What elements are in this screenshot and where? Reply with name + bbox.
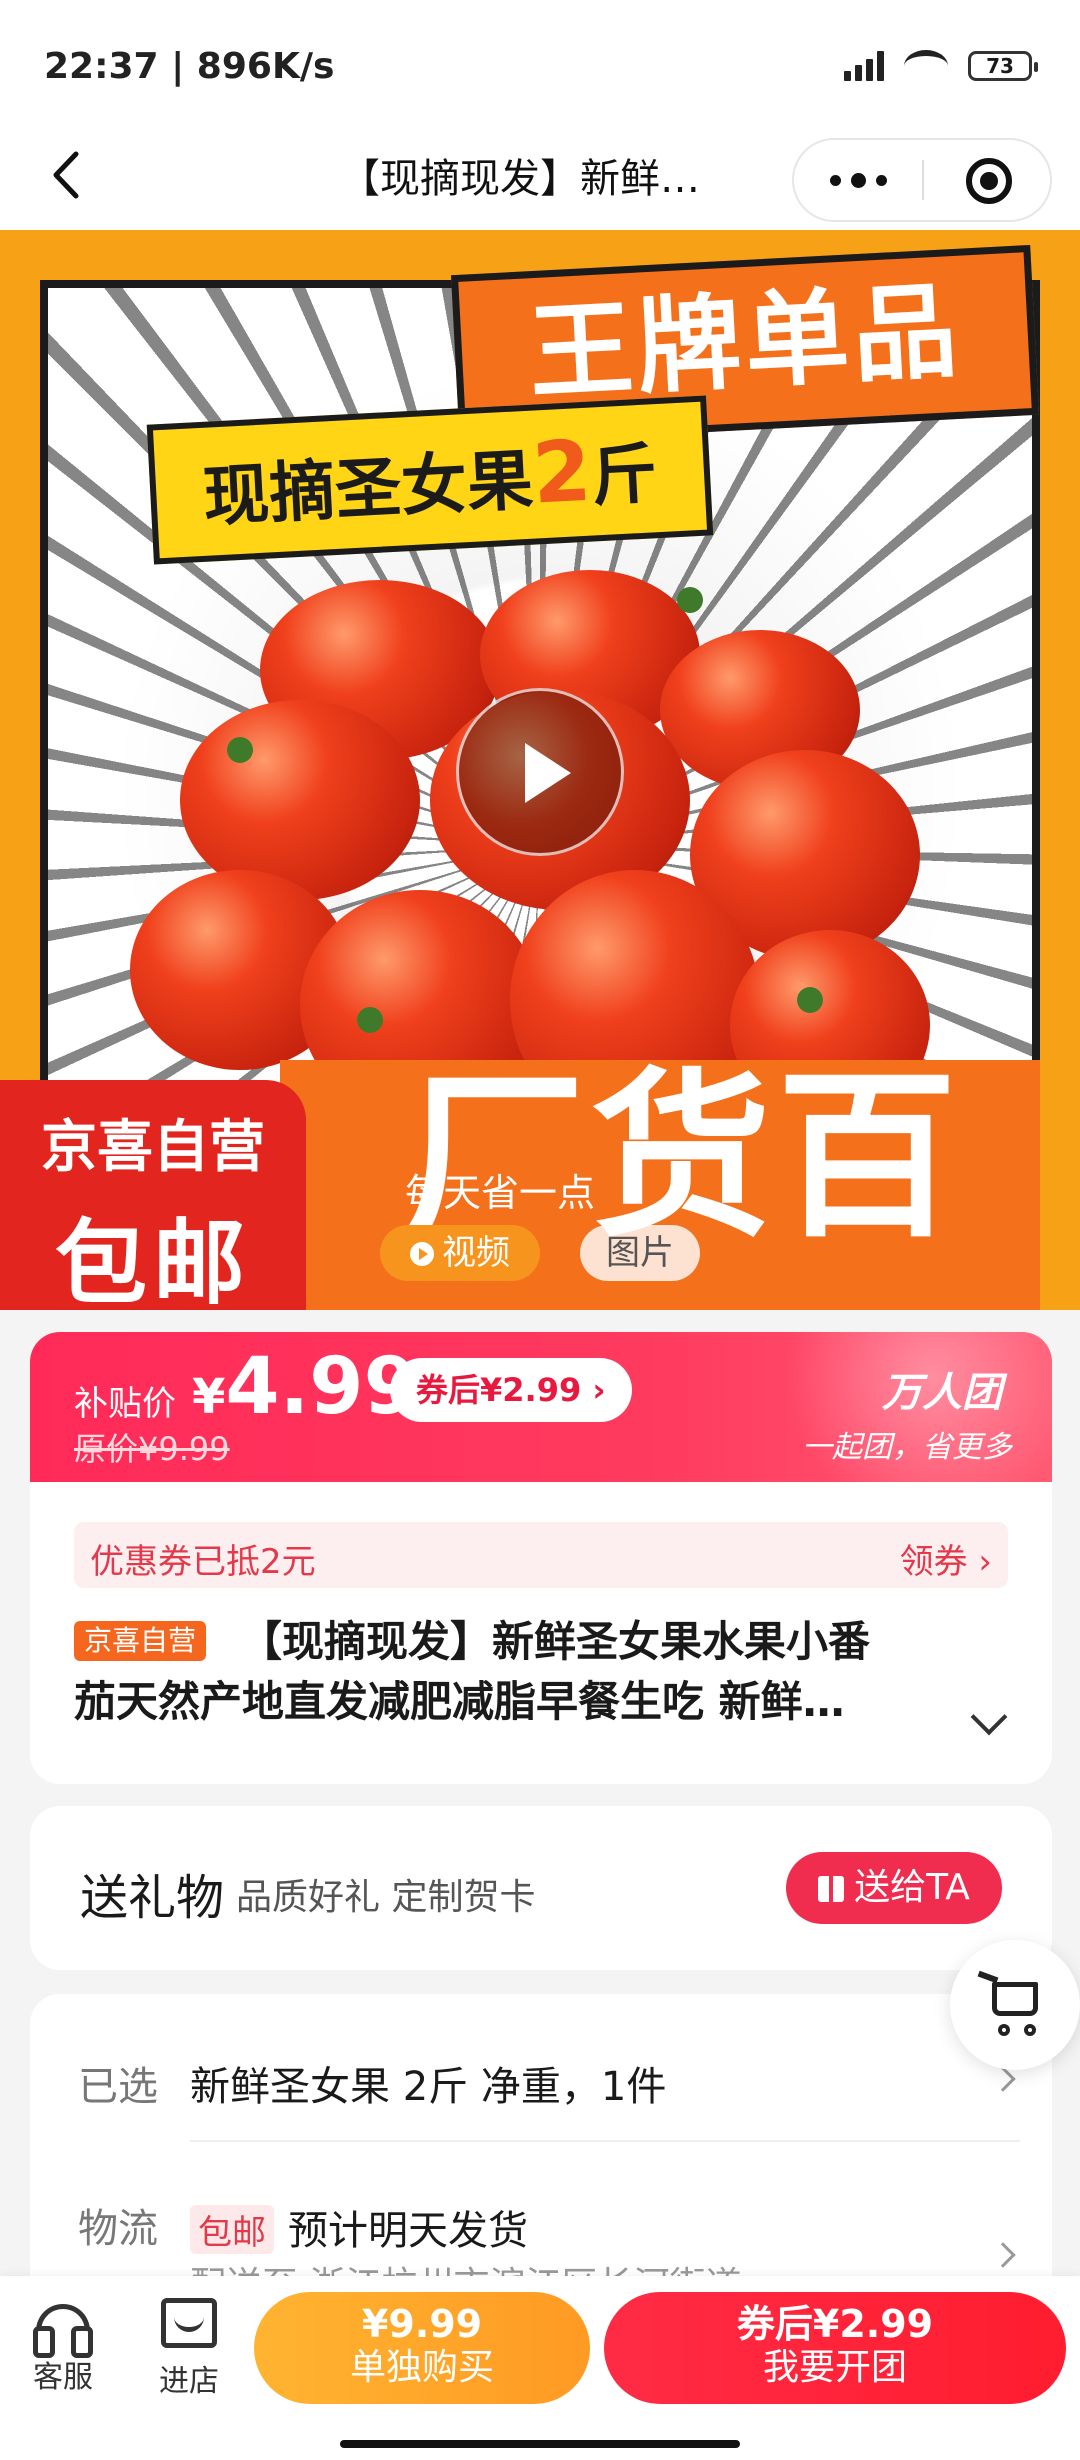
headset-icon	[33, 2304, 93, 2358]
cart-icon-basket	[992, 1982, 1038, 2016]
selected-label: 已选	[78, 2064, 158, 2110]
start-group-label: 我要开团	[762, 2347, 907, 2388]
badge-text: 现摘圣女果	[201, 441, 535, 536]
badge-unit: 斤	[589, 435, 660, 516]
hero-caption: 每天省一点	[405, 1171, 596, 1215]
chevron-right-icon	[990, 2242, 1016, 2268]
bottom-action-bar: 客服 进店 ¥9.99 单独购买 券后¥2.99 我要开团	[0, 2276, 1080, 2460]
customer-service-button[interactable]: 客服	[8, 2298, 118, 2396]
stem-shape	[340, 990, 400, 1050]
send-gift-label: 送给TA	[854, 1867, 970, 1908]
selected-value: 新鲜圣女果 2斤 净重，1件	[190, 2064, 667, 2110]
stem-shape	[660, 570, 720, 630]
more-menu-button[interactable]	[794, 140, 922, 220]
tab-video-label: 视频	[442, 1233, 510, 1273]
mini-program-capsule	[792, 138, 1052, 222]
status-time: 22:37 | 896K/s	[44, 46, 335, 87]
gift-title: 送礼物	[80, 1870, 225, 1926]
group-price: 券后¥2.99	[736, 2302, 934, 2346]
play-icon	[410, 1242, 434, 1266]
status-bar: 22:37 | 896K/s 73	[0, 0, 1080, 120]
dot-icon	[875, 174, 887, 186]
group-buy-title: 万人团	[882, 1370, 1002, 1416]
hero-badge-fresh: 现摘圣女果2斤	[146, 395, 714, 565]
stem-shape	[210, 720, 270, 780]
gift-card: 送礼物 品质好礼 定制贺卡 送给TA	[30, 1806, 1052, 1970]
chevron-right-icon: ›	[978, 1542, 992, 1582]
self-operated-tag: 京喜自营	[74, 1621, 207, 1661]
tab-video[interactable]: 视频	[380, 1225, 540, 1281]
chevron-right-icon	[990, 2066, 1016, 2092]
ship-eta: 预计明天发货	[288, 2208, 528, 2254]
enter-store-button[interactable]: 进店	[134, 2298, 244, 2400]
product-title-line2: 茄天然产地直发减肥减脂早餐生吃 新鲜…	[74, 1677, 845, 1726]
badge-line1: 京喜自营	[41, 1115, 265, 1180]
jingxi-free-shipping-badge: 京喜自营 包邮	[0, 1080, 306, 1310]
play-video-button[interactable]	[456, 688, 624, 856]
claim-coupon-label: 领券	[899, 1542, 968, 1582]
page-title: 【现摘现发】新鲜…	[340, 156, 700, 202]
price-value: 4.99	[225, 1342, 418, 1432]
coupon-bar[interactable]: 优惠券已抵2元 领券 ›	[74, 1522, 1008, 1588]
signal-icon	[844, 51, 884, 81]
group-buy-subtitle: 一起团，省更多	[802, 1430, 1012, 1465]
nav-bar: 【现摘现发】新鲜…	[0, 120, 1080, 230]
buy-alone-price: ¥9.99	[361, 2302, 483, 2346]
dot-icon	[850, 172, 866, 188]
logistics-label: 物流	[78, 2206, 158, 2252]
spec-card: 已选 新鲜圣女果 2斤 净重，1件 物流 包邮预计明天发货 配送至 浙江杭州市滨…	[30, 1994, 1052, 2294]
product-title-line1: 【现摘现发】新鲜圣女果水果小番	[240, 1617, 871, 1666]
start-group-button[interactable]: 券后¥2.99 我要开团	[604, 2292, 1066, 2404]
badge-number: 2	[530, 421, 594, 523]
send-gift-button[interactable]: 送给TA	[786, 1852, 1002, 1924]
customer-service-label: 客服	[33, 2360, 93, 2395]
original-price: 原价¥9.99	[74, 1430, 230, 1468]
buy-alone-label: 单独购买	[349, 2347, 494, 2388]
gift-subtitle: 品质好礼 定制贺卡	[236, 1877, 536, 1918]
tab-photo[interactable]: 图片	[580, 1225, 700, 1281]
price-banner: 补贴价 ¥4.99 原价¥9.99 券后¥2.99 › 万人团 一起团，省更多	[30, 1332, 1052, 1482]
logistics-value: 包邮 预计明天发货	[190, 2198, 528, 2256]
close-miniprogram-button[interactable]	[966, 158, 1012, 204]
gift-icon	[818, 1876, 845, 1902]
chevron-down-icon[interactable]	[970, 1698, 1008, 1736]
buy-alone-button[interactable]: ¥9.99 单独购买	[254, 2292, 590, 2404]
back-button[interactable]	[40, 142, 100, 208]
cart-button[interactable]	[950, 1940, 1080, 2070]
chevron-right-icon: ›	[592, 1371, 606, 1409]
product-title: 京喜自营 【现摘现发】新鲜圣女果水果小番 茄天然产地直发减肥减脂早餐生吃 新鲜…	[74, 1612, 954, 1732]
divider	[190, 2140, 1020, 2142]
currency-symbol: ¥	[192, 1369, 226, 1425]
wifi-icon	[904, 50, 948, 82]
claim-coupon-link[interactable]: 领券 ›	[900, 1534, 992, 1583]
after-coupon-label: 券后¥2.99	[416, 1371, 582, 1409]
cart-icon-wheel	[1024, 2024, 1036, 2036]
product-info-card: 优惠券已抵2元 领券 › 京喜自营 【现摘现发】新鲜圣女果水果小番 茄天然产地直发…	[30, 1482, 1052, 1784]
product-hero-image[interactable]: 王牌单品 现摘圣女果2斤 厂货百补 京喜自营 包邮 每天省一点 视频 图片	[0, 230, 1080, 1310]
dot-icon	[829, 174, 841, 186]
chevron-left-icon	[53, 151, 79, 199]
after-coupon-button[interactable]: 券后¥2.99 ›	[390, 1358, 632, 1422]
cart-icon-wheel	[998, 2024, 1010, 2036]
store-icon	[161, 2298, 217, 2348]
free-shipping-tag: 包邮	[190, 2205, 274, 2254]
battery-icon: 73	[968, 51, 1038, 81]
subsidy-price: ¥4.99	[192, 1342, 418, 1432]
status-icons: 73	[844, 50, 1038, 82]
home-indicator[interactable]	[340, 2440, 740, 2448]
badge-line2: 包邮	[54, 1210, 251, 1310]
coupon-applied-text: 优惠券已抵2元	[90, 1542, 316, 1582]
enter-store-label: 进店	[159, 2364, 219, 2399]
capsule-divider	[922, 160, 924, 200]
subsidy-label: 补贴价	[74, 1384, 176, 1424]
